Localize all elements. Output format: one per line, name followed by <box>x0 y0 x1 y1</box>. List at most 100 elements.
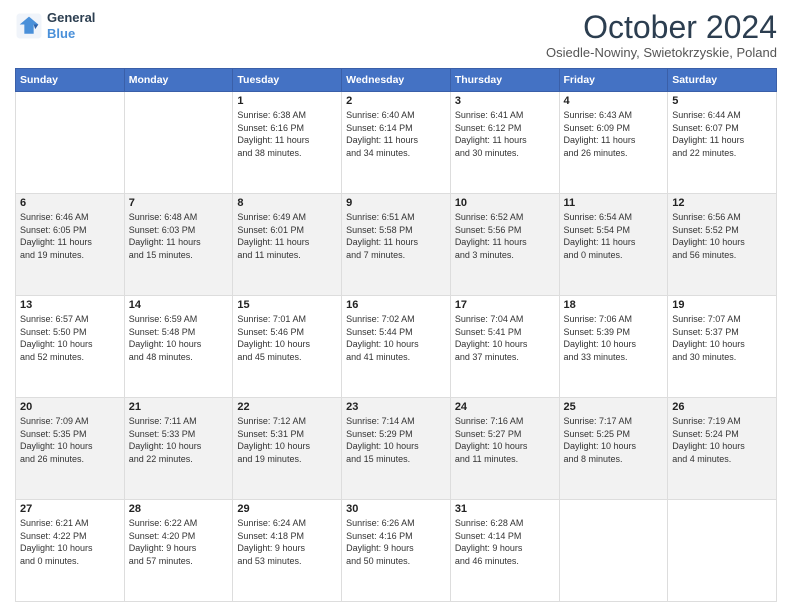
calendar-day-cell: 29Sunrise: 6:24 AM Sunset: 4:18 PM Dayli… <box>233 500 342 602</box>
calendar-day-cell: 12Sunrise: 6:56 AM Sunset: 5:52 PM Dayli… <box>668 194 777 296</box>
calendar-day-cell: 28 Sunrise: 6:22 AM Sunset: 4:20 PM Dayli… <box>124 500 233 602</box>
calendar-day-cell: 15 Sunrise: 7:01 AM Sunset: 5:46 PM Dayli… <box>233 296 342 398</box>
calendar-day-cell: 14 Sunrise: 6:59 AM Sunset: 5:48 PM Dayli… <box>124 296 233 398</box>
day-number: 9 <box>346 197 446 209</box>
calendar-day-cell <box>559 500 668 602</box>
day-number: 15 <box>237 299 337 311</box>
calendar-day-cell: 24 Sunrise: 7:16 AM Sunset: 5:27 PM Dayli… <box>450 398 559 500</box>
day-number: 24 <box>455 401 555 413</box>
calendar-week-row: 27 Sunrise: 6:21 AM Sunset: 4:22 PM Dayli… <box>16 500 777 602</box>
calendar-day-cell: 11 Sunrise: 6:54 AM Sunset: 5:54 PM Dayli… <box>559 194 668 296</box>
day-info: Sunrise: 7:06 AM Sunset: 5:39 PM Dayligh… <box>564 313 664 363</box>
calendar-day-cell: 22 Sunrise: 7:12 AM Sunset: 5:31 PM Dayli… <box>233 398 342 500</box>
weekday-header-friday: Friday <box>559 69 668 92</box>
title-block: October 2024 Osiedle-Nowiny, Swietokrzys… <box>546 10 777 60</box>
day-info: Sunrise: 6:46 AM Sunset: 6:05 PM Dayligh… <box>20 211 120 261</box>
day-number: 30 <box>346 503 446 515</box>
day-number: 23 <box>346 401 446 413</box>
calendar-day-cell: 30 Sunrise: 6:26 AM Sunset: 4:16 PM Dayli… <box>342 500 451 602</box>
day-number: 8 <box>237 197 337 209</box>
header: General Blue October 2024 Osiedle-Nowiny… <box>15 10 777 60</box>
location-subtitle: Osiedle-Nowiny, Swietokrzyskie, Poland <box>546 45 777 60</box>
day-info: Sunrise: 7:09 AM Sunset: 5:35 PM Dayligh… <box>20 415 120 465</box>
day-number: 13 <box>20 299 120 311</box>
day-info: Sunrise: 6:51 AM Sunset: 5:58 PM Dayligh… <box>346 211 446 261</box>
day-number: 19 <box>672 299 772 311</box>
month-title: October 2024 <box>546 10 777 45</box>
day-number: 27 <box>20 503 120 515</box>
calendar-table: SundayMondayTuesdayWednesdayThursdayFrid… <box>15 68 777 602</box>
day-info: Sunrise: 6:43 AM Sunset: 6:09 PM Dayligh… <box>564 109 664 159</box>
day-number: 31 <box>455 503 555 515</box>
day-info: Sunrise: 7:01 AM Sunset: 5:46 PM Dayligh… <box>237 313 337 363</box>
day-info: Sunrise: 7:16 AM Sunset: 5:27 PM Dayligh… <box>455 415 555 465</box>
day-number: 10 <box>455 197 555 209</box>
day-number: 14 <box>129 299 229 311</box>
day-info: Sunrise: 7:19 AM Sunset: 5:24 PM Dayligh… <box>672 415 772 465</box>
day-info: Sunrise: 6:44 AM Sunset: 6:07 PM Dayligh… <box>672 109 772 159</box>
day-number: 5 <box>672 95 772 107</box>
calendar-day-cell: 5 Sunrise: 6:44 AM Sunset: 6:07 PM Daylig… <box>668 92 777 194</box>
calendar-day-cell: 17Sunrise: 7:04 AM Sunset: 5:41 PM Dayli… <box>450 296 559 398</box>
day-number: 1 <box>237 95 337 107</box>
calendar-day-cell: 10 Sunrise: 6:52 AM Sunset: 5:56 PM Dayli… <box>450 194 559 296</box>
calendar-week-row: 13 Sunrise: 6:57 AM Sunset: 5:50 PM Dayli… <box>16 296 777 398</box>
calendar-day-cell: 27 Sunrise: 6:21 AM Sunset: 4:22 PM Dayli… <box>16 500 125 602</box>
weekday-header-monday: Monday <box>124 69 233 92</box>
day-number: 20 <box>20 401 120 413</box>
calendar-day-cell <box>668 500 777 602</box>
day-info: Sunrise: 6:57 AM Sunset: 5:50 PM Dayligh… <box>20 313 120 363</box>
day-number: 4 <box>564 95 664 107</box>
calendar-day-cell: 2 Sunrise: 6:40 AM Sunset: 6:14 PM Daylig… <box>342 92 451 194</box>
calendar-week-row: 1 Sunrise: 6:38 AM Sunset: 6:16 PM Daylig… <box>16 92 777 194</box>
calendar-week-row: 6Sunrise: 6:46 AM Sunset: 6:05 PM Daylig… <box>16 194 777 296</box>
calendar-day-cell: 23Sunrise: 7:14 AM Sunset: 5:29 PM Dayli… <box>342 398 451 500</box>
calendar-day-cell: 19 Sunrise: 7:07 AM Sunset: 5:37 PM Dayli… <box>668 296 777 398</box>
day-info: Sunrise: 6:40 AM Sunset: 6:14 PM Dayligh… <box>346 109 446 159</box>
day-info: Sunrise: 6:38 AM Sunset: 6:16 PM Dayligh… <box>237 109 337 159</box>
calendar-day-cell <box>124 92 233 194</box>
day-info: Sunrise: 6:49 AM Sunset: 6:01 PM Dayligh… <box>237 211 337 261</box>
day-info: Sunrise: 7:12 AM Sunset: 5:31 PM Dayligh… <box>237 415 337 465</box>
day-number: 16 <box>346 299 446 311</box>
calendar-day-cell: 26 Sunrise: 7:19 AM Sunset: 5:24 PM Dayli… <box>668 398 777 500</box>
calendar-day-cell: 16Sunrise: 7:02 AM Sunset: 5:44 PM Dayli… <box>342 296 451 398</box>
day-info: Sunrise: 6:54 AM Sunset: 5:54 PM Dayligh… <box>564 211 664 261</box>
day-number: 26 <box>672 401 772 413</box>
calendar-day-cell: 25 Sunrise: 7:17 AM Sunset: 5:25 PM Dayli… <box>559 398 668 500</box>
calendar-day-cell: 4 Sunrise: 6:43 AM Sunset: 6:09 PM Daylig… <box>559 92 668 194</box>
day-number: 11 <box>564 197 664 209</box>
page: General Blue October 2024 Osiedle-Nowiny… <box>0 0 792 612</box>
day-number: 28 <box>129 503 229 515</box>
day-number: 25 <box>564 401 664 413</box>
day-info: Sunrise: 6:26 AM Sunset: 4:16 PM Dayligh… <box>346 517 446 567</box>
day-info: Sunrise: 6:41 AM Sunset: 6:12 PM Dayligh… <box>455 109 555 159</box>
weekday-header-thursday: Thursday <box>450 69 559 92</box>
day-number: 22 <box>237 401 337 413</box>
day-number: 21 <box>129 401 229 413</box>
calendar-day-cell: 21Sunrise: 7:11 AM Sunset: 5:33 PM Dayli… <box>124 398 233 500</box>
weekday-header-saturday: Saturday <box>668 69 777 92</box>
calendar-body: 1 Sunrise: 6:38 AM Sunset: 6:16 PM Daylig… <box>16 92 777 602</box>
calendar-day-cell: 3 Sunrise: 6:41 AM Sunset: 6:12 PM Daylig… <box>450 92 559 194</box>
calendar-day-cell: 20 Sunrise: 7:09 AM Sunset: 5:35 PM Dayli… <box>16 398 125 500</box>
day-number: 2 <box>346 95 446 107</box>
day-info: Sunrise: 6:21 AM Sunset: 4:22 PM Dayligh… <box>20 517 120 567</box>
day-info: Sunrise: 6:52 AM Sunset: 5:56 PM Dayligh… <box>455 211 555 261</box>
weekday-header-row: SundayMondayTuesdayWednesdayThursdayFrid… <box>16 69 777 92</box>
day-number: 7 <box>129 197 229 209</box>
day-info: Sunrise: 7:07 AM Sunset: 5:37 PM Dayligh… <box>672 313 772 363</box>
logo: General Blue <box>15 10 95 41</box>
day-info: Sunrise: 6:28 AM Sunset: 4:14 PM Dayligh… <box>455 517 555 567</box>
day-number: 3 <box>455 95 555 107</box>
calendar-day-cell: 7Sunrise: 6:48 AM Sunset: 6:03 PM Daylig… <box>124 194 233 296</box>
calendar-day-cell: 1 Sunrise: 6:38 AM Sunset: 6:16 PM Daylig… <box>233 92 342 194</box>
day-info: Sunrise: 7:17 AM Sunset: 5:25 PM Dayligh… <box>564 415 664 465</box>
day-info: Sunrise: 6:24 AM Sunset: 4:18 PM Dayligh… <box>237 517 337 567</box>
day-info: Sunrise: 6:22 AM Sunset: 4:20 PM Dayligh… <box>129 517 229 567</box>
logo-icon <box>15 12 43 40</box>
calendar-header: SundayMondayTuesdayWednesdayThursdayFrid… <box>16 69 777 92</box>
weekday-header-sunday: Sunday <box>16 69 125 92</box>
day-info: Sunrise: 6:59 AM Sunset: 5:48 PM Dayligh… <box>129 313 229 363</box>
calendar-day-cell: 31 Sunrise: 6:28 AM Sunset: 4:14 PM Dayli… <box>450 500 559 602</box>
